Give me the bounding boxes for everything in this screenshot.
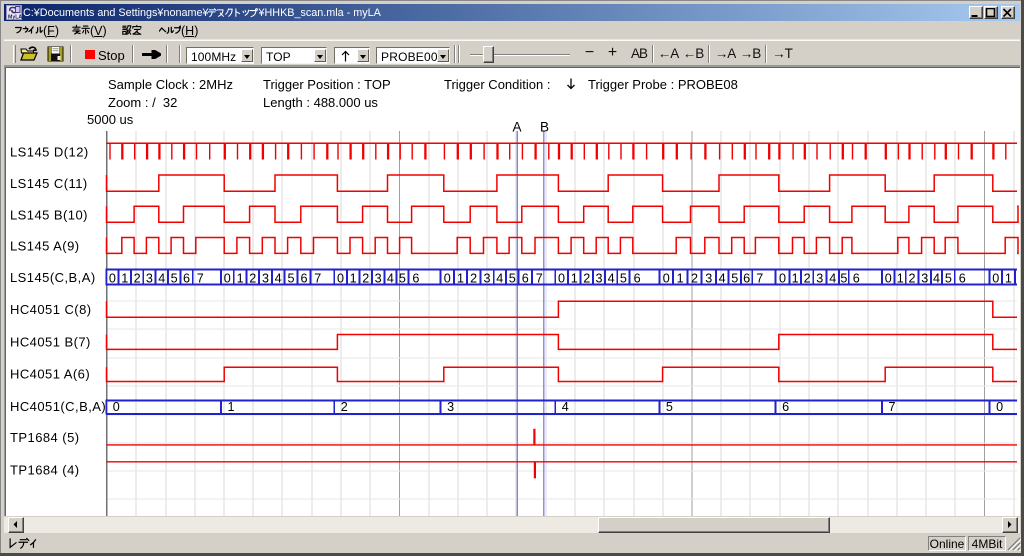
svg-text:1: 1 [121, 271, 128, 285]
svg-text:HC4051(C,B,A): HC4051(C,B,A) [10, 399, 106, 414]
svg-text:5: 5 [666, 400, 673, 414]
svg-text:5: 5 [171, 271, 178, 285]
svg-text:4: 4 [275, 271, 282, 285]
svg-text:2: 2 [583, 271, 590, 285]
svg-text:0: 0 [224, 271, 231, 285]
svg-text:2: 2 [362, 271, 369, 285]
svg-text:1: 1 [350, 271, 357, 285]
svg-text:LS145(C,B,A): LS145(C,B,A) [10, 270, 96, 285]
svg-text:LS145 C(11): LS145 C(11) [10, 176, 88, 191]
svg-text:TP1684 (4): TP1684 (4) [10, 463, 80, 478]
svg-text:6: 6 [743, 271, 750, 285]
svg-text:2: 2 [908, 271, 915, 285]
svg-text:3: 3 [375, 271, 382, 285]
svg-text:0: 0 [779, 271, 786, 285]
svg-text:6: 6 [183, 271, 190, 285]
svg-text:LS145 A(9): LS145 A(9) [10, 239, 80, 254]
svg-text:3: 3 [705, 271, 712, 285]
svg-text:6: 6 [412, 271, 419, 285]
svg-text:6: 6 [634, 271, 641, 285]
svg-text:3: 3 [483, 271, 490, 285]
svg-text:6: 6 [853, 271, 860, 285]
svg-text:3: 3 [816, 271, 823, 285]
svg-text:4: 4 [562, 400, 569, 414]
svg-text:6: 6 [300, 271, 307, 285]
svg-text:1: 1 [237, 271, 244, 285]
svg-text:0: 0 [337, 271, 344, 285]
svg-text:4: 4 [496, 271, 503, 285]
svg-text:HC4051 C(8): HC4051 C(8) [10, 302, 92, 317]
svg-text:1: 1 [677, 271, 684, 285]
svg-text:5: 5 [287, 271, 294, 285]
svg-text:2: 2 [341, 400, 348, 414]
svg-text:2: 2 [470, 271, 477, 285]
svg-text:5: 5 [945, 271, 952, 285]
svg-text:7: 7 [889, 400, 896, 414]
svg-text:TP1684 (5): TP1684 (5) [10, 430, 80, 445]
svg-text:0: 0 [885, 271, 892, 285]
svg-text:6: 6 [782, 400, 789, 414]
svg-text:HC4051 A(6): HC4051 A(6) [10, 367, 90, 382]
svg-text:5: 5 [731, 271, 738, 285]
svg-text:HC4051 B(7): HC4051 B(7) [10, 335, 91, 350]
svg-text:5: 5 [399, 271, 406, 285]
svg-text:3: 3 [447, 400, 454, 414]
svg-text:1: 1 [228, 400, 235, 414]
svg-text:5: 5 [620, 271, 627, 285]
svg-text:1: 1 [792, 271, 799, 285]
svg-text:7: 7 [536, 271, 543, 285]
svg-text:6: 6 [522, 271, 529, 285]
svg-text:0: 0 [113, 400, 120, 414]
svg-text:0: 0 [992, 271, 999, 285]
svg-text:4: 4 [719, 271, 726, 285]
svg-text:A: A [512, 120, 521, 135]
svg-text:2: 2 [134, 271, 141, 285]
svg-text:4: 4 [387, 271, 394, 285]
svg-text:B: B [540, 120, 549, 135]
svg-text:4: 4 [158, 271, 165, 285]
svg-text:0: 0 [109, 271, 116, 285]
svg-text:1: 1 [897, 271, 904, 285]
svg-text:2: 2 [804, 271, 811, 285]
svg-text:5000 us: 5000 us [87, 112, 134, 127]
svg-text:0: 0 [558, 271, 565, 285]
svg-text:1: 1 [571, 271, 578, 285]
svg-text:7: 7 [314, 271, 321, 285]
svg-text:LS145 B(10): LS145 B(10) [10, 208, 88, 223]
svg-text:2: 2 [691, 271, 698, 285]
svg-text:0: 0 [996, 400, 1003, 414]
svg-text:4: 4 [608, 271, 615, 285]
svg-text:3: 3 [595, 271, 602, 285]
svg-text:1: 1 [457, 271, 464, 285]
svg-text:7: 7 [756, 271, 763, 285]
svg-text:3: 3 [146, 271, 153, 285]
svg-text:3: 3 [921, 271, 928, 285]
svg-text:LS145 D(12): LS145 D(12) [10, 145, 89, 160]
svg-text:6: 6 [959, 271, 966, 285]
svg-text:1: 1 [1005, 271, 1012, 285]
svg-text:4: 4 [829, 271, 836, 285]
svg-text:7: 7 [197, 271, 204, 285]
svg-text:5: 5 [840, 271, 847, 285]
svg-text:4: 4 [933, 271, 940, 285]
svg-text:3: 3 [262, 271, 269, 285]
svg-text:2: 2 [249, 271, 256, 285]
svg-text:0: 0 [444, 271, 451, 285]
svg-text:5: 5 [509, 271, 516, 285]
svg-text:0: 0 [663, 271, 670, 285]
